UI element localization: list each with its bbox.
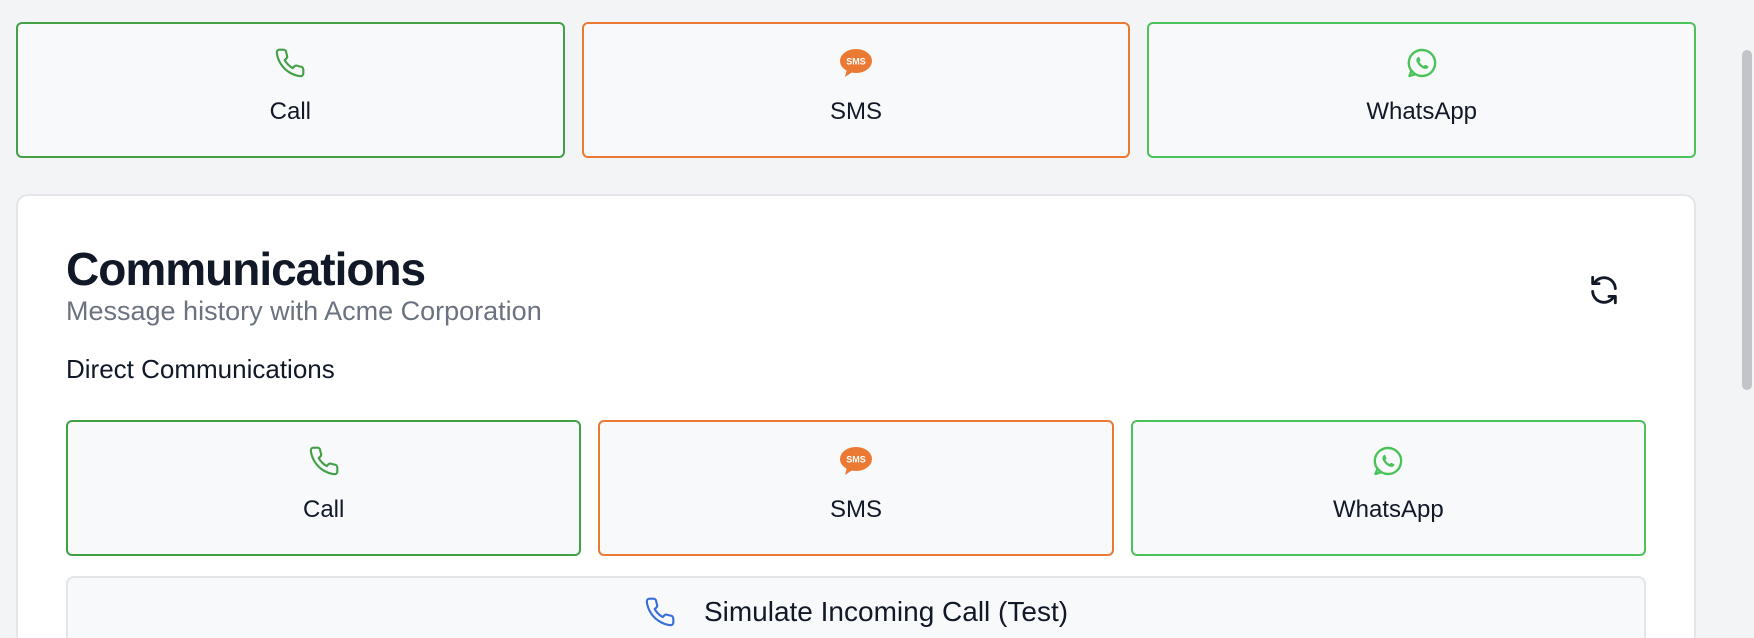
whatsapp-icon — [1371, 444, 1405, 478]
phone-icon — [644, 596, 676, 633]
direct-channel-buttons: Call SMS SMS WhatsApp — [66, 420, 1646, 556]
scrollbar-thumb[interactable] — [1742, 50, 1752, 390]
refresh-button[interactable] — [1584, 270, 1624, 310]
top-channel-buttons: Call SMS SMS WhatsApp — [16, 22, 1697, 158]
whatsapp-icon — [1405, 46, 1439, 80]
whatsapp-button[interactable]: WhatsApp — [1147, 22, 1697, 158]
simulate-incoming-call-button[interactable]: Simulate Incoming Call (Test) — [66, 576, 1646, 638]
sms-icon-text: SMS — [846, 455, 866, 465]
scrollbar[interactable] — [1740, 0, 1754, 638]
simulate-incoming-call-label: Simulate Incoming Call (Test) — [703, 596, 1069, 627]
communications-card: Communications Message history with Acme… — [16, 194, 1696, 638]
direct-whatsapp-label: WhatsApp — [1332, 496, 1444, 523]
sms-bubble-icon: SMS — [839, 444, 873, 478]
page-title: Communications — [66, 243, 426, 295]
call-button[interactable]: Call — [16, 22, 565, 158]
sms-label: SMS — [830, 98, 883, 125]
direct-call-button[interactable]: Call — [66, 420, 582, 556]
sms-bubble-icon: SMS — [839, 46, 873, 80]
page: Call SMS SMS WhatsApp Communications Mes… — [0, 0, 1754, 638]
sms-icon-text: SMS — [846, 57, 866, 67]
phone-icon — [307, 444, 341, 478]
direct-call-label: Call — [302, 496, 345, 523]
direct-communications-heading: Direct Communications — [66, 354, 335, 384]
whatsapp-label: WhatsApp — [1366, 98, 1478, 125]
direct-sms-button[interactable]: SMS SMS — [598, 420, 1114, 556]
card-subtitle: Message history with Acme Corporation — [66, 296, 542, 326]
sms-button[interactable]: SMS SMS — [581, 22, 1131, 158]
refresh-icon — [1591, 275, 1617, 305]
phone-icon — [273, 46, 307, 80]
direct-sms-label: SMS — [829, 496, 882, 523]
call-label: Call — [269, 98, 311, 125]
direct-whatsapp-button[interactable]: WhatsApp — [1130, 420, 1646, 556]
